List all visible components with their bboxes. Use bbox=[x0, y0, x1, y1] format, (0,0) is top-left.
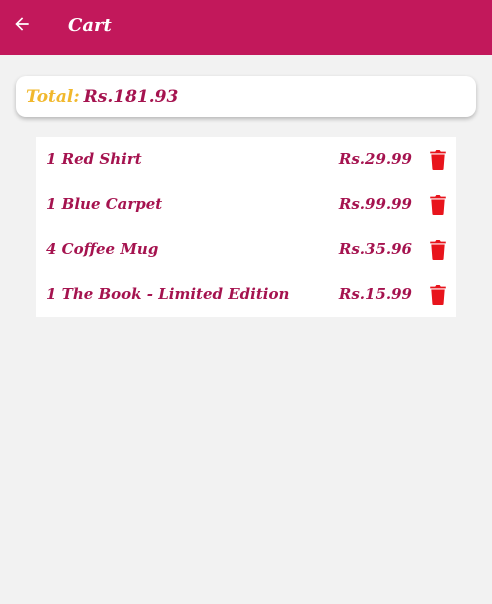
item-price: Rs.35.96 bbox=[338, 240, 412, 258]
item-name: 1 Red Shirt bbox=[46, 150, 142, 168]
item-price: Rs.99.99 bbox=[338, 195, 412, 213]
total-label: Total: bbox=[26, 86, 80, 107]
list-item: 4 Coffee Mug Rs.35.96 bbox=[36, 227, 456, 272]
item-name: 1 The Book - Limited Edition bbox=[46, 285, 290, 303]
item-name: 4 Coffee Mug bbox=[46, 240, 159, 258]
list-item: 1 Red Shirt Rs.29.99 bbox=[36, 137, 456, 182]
app-bar: Cart bbox=[0, 0, 492, 55]
trash-icon bbox=[430, 240, 446, 260]
delete-item-button[interactable] bbox=[429, 285, 447, 305]
delete-item-button[interactable] bbox=[429, 150, 447, 170]
page-title: Cart bbox=[68, 15, 112, 36]
delete-item-button[interactable] bbox=[429, 240, 447, 260]
trash-icon bbox=[430, 150, 446, 170]
arrow-left-icon bbox=[15, 17, 29, 31]
trash-icon bbox=[430, 285, 446, 305]
back-button[interactable] bbox=[8, 10, 36, 38]
list-item: 1 The Book - Limited Edition Rs.15.99 bbox=[36, 272, 456, 317]
item-name: 1 Blue Carpet bbox=[46, 195, 163, 213]
total-value: Rs.181.93 bbox=[83, 86, 179, 107]
item-price: Rs.15.99 bbox=[338, 285, 412, 303]
item-price: Rs.29.99 bbox=[338, 150, 412, 168]
list-item: 1 Blue Carpet Rs.99.99 bbox=[36, 182, 456, 227]
trash-icon bbox=[430, 195, 446, 215]
total-card: Total: Rs.181.93 bbox=[16, 76, 476, 117]
cart-list: 1 Red Shirt Rs.29.99 1 Blue Carpet Rs.99… bbox=[36, 137, 456, 317]
delete-item-button[interactable] bbox=[429, 195, 447, 215]
